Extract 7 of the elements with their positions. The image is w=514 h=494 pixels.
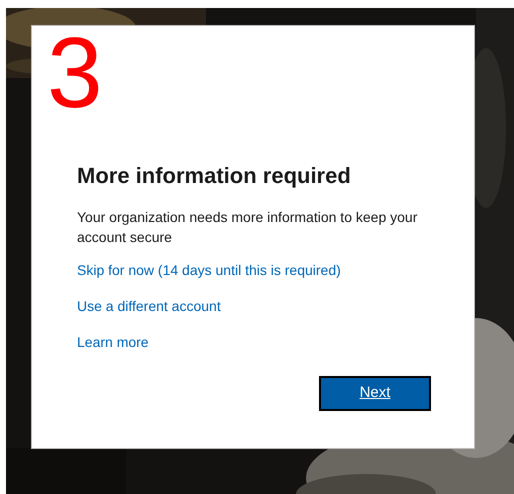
dialog-message: Your organization needs more information to keep your account secure	[77, 208, 418, 247]
dialog-title: More information required	[77, 162, 352, 190]
text-link[interactable]: Skip for now (14 days until this is required)	[77, 260, 341, 280]
step-number: 3	[47, 28, 103, 118]
text-link[interactable]: Use a different account	[77, 296, 221, 316]
text-link[interactable]: Learn more	[77, 332, 149, 352]
next-button[interactable]: Next	[319, 376, 431, 411]
